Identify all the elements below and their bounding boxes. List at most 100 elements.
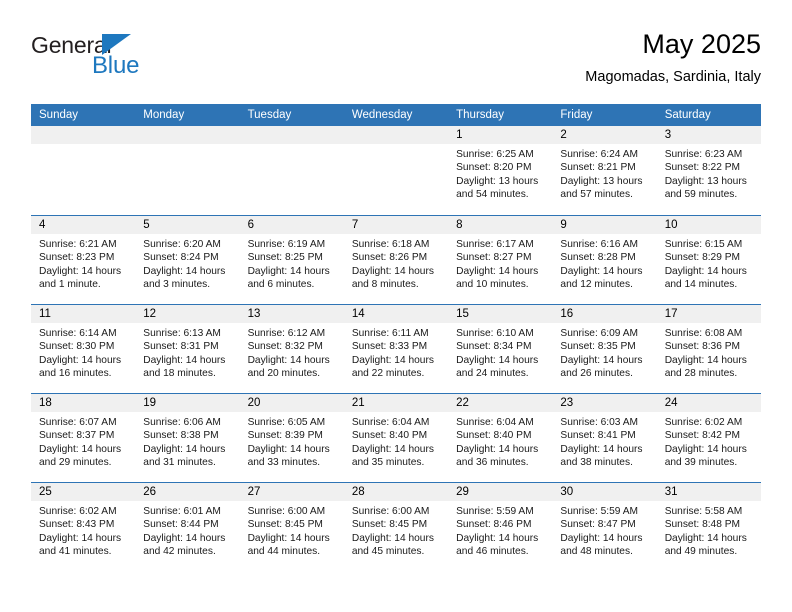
day-details: Sunrise: 6:18 AM Sunset: 8:26 PM Daylight:… xyxy=(344,234,448,291)
day-cell[interactable]: 18 Sunrise: 6:07 AM Sunset: 8:37 PM Dayligh… xyxy=(31,394,136,482)
calendar-week-row: 11 Sunrise: 6:14 AM Sunset: 8:30 PM Dayligh… xyxy=(31,304,761,393)
day-details: Sunrise: 6:07 AM Sunset: 8:37 PM Daylight:… xyxy=(31,412,135,469)
day-number: 1 xyxy=(448,126,553,144)
day-details: Sunrise: 6:14 AM Sunset: 8:30 PM Daylight:… xyxy=(31,323,135,380)
day-cell[interactable]: 15 Sunrise: 6:10 AM Sunset: 8:34 PM Dayligh… xyxy=(448,305,553,393)
day-details: Sunrise: 6:00 AM Sunset: 8:45 PM Daylight:… xyxy=(240,501,344,558)
day-cell[interactable]: 29 Sunrise: 5:59 AM Sunset: 8:46 PM Dayligh… xyxy=(448,483,553,571)
day-cell-empty xyxy=(239,126,344,215)
general-blue-logo[interactable]: General Blue xyxy=(31,32,211,84)
day-cell[interactable]: 8 Sunrise: 6:17 AM Sunset: 8:27 PM Daylight… xyxy=(448,216,553,304)
daylight-text: Daylight: 14 hours and 36 minutes. xyxy=(456,443,539,468)
day-cell[interactable]: 2 Sunrise: 6:24 AM Sunset: 8:21 PM Daylight… xyxy=(552,126,657,215)
day-number: 2 xyxy=(552,126,657,144)
day-details: Sunrise: 6:19 AM Sunset: 8:25 PM Daylight:… xyxy=(240,234,344,291)
day-cell[interactable]: 20 Sunrise: 6:05 AM Sunset: 8:39 PM Dayligh… xyxy=(239,394,344,482)
day-cell[interactable]: 13 Sunrise: 6:12 AM Sunset: 8:32 PM Dayligh… xyxy=(239,305,344,393)
day-details: Sunrise: 6:05 AM Sunset: 8:39 PM Daylight:… xyxy=(240,412,344,469)
day-cell[interactable]: 3 Sunrise: 6:23 AM Sunset: 8:22 PM Daylight… xyxy=(656,126,761,215)
sunset-text: Sunset: 8:45 PM xyxy=(351,519,428,531)
day-details: Sunrise: 6:03 AM Sunset: 8:41 PM Daylight:… xyxy=(552,412,656,469)
day-cell[interactable]: 16 Sunrise: 6:09 AM Sunset: 8:35 PM Dayligh… xyxy=(552,305,657,393)
sunset-text: Sunset: 8:31 PM xyxy=(143,341,219,353)
daylight-text: Daylight: 14 hours and 42 minutes. xyxy=(143,532,226,557)
day-details: Sunrise: 5:59 AM Sunset: 8:46 PM Daylight:… xyxy=(448,501,552,558)
day-number: 3 xyxy=(656,126,761,144)
day-cell[interactable]: 14 Sunrise: 6:11 AM Sunset: 8:33 PM Dayligh… xyxy=(343,305,449,393)
day-cell[interactable]: 10 Sunrise: 6:15 AM Sunset: 8:29 PM Dayligh… xyxy=(656,216,761,304)
daylight-text: Daylight: 14 hours and 10 minutes. xyxy=(456,265,539,290)
day-number: 9 xyxy=(552,216,657,234)
calendar-week-row: 1 Sunrise: 6:25 AM Sunset: 8:20 PM Daylight… xyxy=(31,126,761,215)
daylight-text: Daylight: 14 hours and 41 minutes. xyxy=(39,532,122,557)
day-number: 11 xyxy=(31,305,136,323)
day-number: 5 xyxy=(135,216,240,234)
day-details: Sunrise: 6:24 AM Sunset: 8:21 PM Daylight:… xyxy=(552,144,656,201)
day-number xyxy=(31,126,136,144)
daylight-text: Daylight: 14 hours and 44 minutes. xyxy=(247,532,330,557)
day-cell[interactable]: 19 Sunrise: 6:06 AM Sunset: 8:38 PM Dayligh… xyxy=(135,394,240,482)
day-cell[interactable]: 31 Sunrise: 5:58 AM Sunset: 8:48 PM Dayligh… xyxy=(656,483,761,571)
day-details: Sunrise: 6:02 AM Sunset: 8:43 PM Daylight:… xyxy=(31,501,135,558)
location-subtitle: Magomadas, Sardinia, Italy xyxy=(585,69,761,85)
day-cell[interactable]: 24 Sunrise: 6:02 AM Sunset: 8:42 PM Dayligh… xyxy=(656,394,761,482)
day-cell-empty xyxy=(135,126,240,215)
daylight-text: Daylight: 14 hours and 6 minutes. xyxy=(247,265,330,290)
sunrise-text: Sunrise: 6:00 AM xyxy=(351,506,430,517)
day-cell[interactable]: 30 Sunrise: 5:59 AM Sunset: 8:47 PM Dayligh… xyxy=(552,483,657,571)
daylight-text: Daylight: 14 hours and 3 minutes. xyxy=(143,265,226,290)
sunrise-text: Sunrise: 6:16 AM xyxy=(560,239,638,250)
day-cell[interactable]: 1 Sunrise: 6:25 AM Sunset: 8:20 PM Daylight… xyxy=(448,126,553,215)
sunrise-text: Sunrise: 6:24 AM xyxy=(560,149,638,160)
day-cell[interactable]: 26 Sunrise: 6:01 AM Sunset: 8:44 PM Dayligh… xyxy=(135,483,240,571)
sunrise-text: Sunrise: 6:08 AM xyxy=(664,328,743,339)
day-number xyxy=(343,126,449,144)
sunrise-text: Sunrise: 6:19 AM xyxy=(247,239,326,250)
day-cell[interactable]: 7 Sunrise: 6:18 AM Sunset: 8:26 PM Daylight… xyxy=(343,216,449,304)
sunrise-text: Sunrise: 6:03 AM xyxy=(560,417,638,428)
day-cell[interactable]: 5 Sunrise: 6:20 AM Sunset: 8:24 PM Daylight… xyxy=(135,216,240,304)
sunrise-text: Sunrise: 6:13 AM xyxy=(143,328,221,339)
sunset-text: Sunset: 8:40 PM xyxy=(456,430,532,442)
sunset-text: Sunset: 8:26 PM xyxy=(351,252,428,264)
day-number: 12 xyxy=(135,305,240,323)
daylight-text: Daylight: 14 hours and 39 minutes. xyxy=(664,443,747,468)
day-cell[interactable]: 27 Sunrise: 6:00 AM Sunset: 8:45 PM Dayligh… xyxy=(239,483,344,571)
day-details: Sunrise: 6:13 AM Sunset: 8:31 PM Daylight:… xyxy=(135,323,239,380)
daylight-text: Daylight: 14 hours and 16 minutes. xyxy=(39,354,122,379)
sunset-text: Sunset: 8:39 PM xyxy=(247,430,323,442)
day-cell[interactable]: 22 Sunrise: 6:04 AM Sunset: 8:40 PM Dayligh… xyxy=(448,394,553,482)
daylight-text: Daylight: 14 hours and 18 minutes. xyxy=(143,354,226,379)
title-block: May 2025 Magomadas, Sardinia, Italy xyxy=(585,28,761,87)
day-number: 13 xyxy=(239,305,344,323)
daylight-text: Daylight: 14 hours and 20 minutes. xyxy=(247,354,330,379)
day-details: Sunrise: 6:15 AM Sunset: 8:29 PM Daylight:… xyxy=(657,234,761,291)
day-cell[interactable]: 6 Sunrise: 6:19 AM Sunset: 8:25 PM Daylight… xyxy=(239,216,344,304)
page-title: May 2025 xyxy=(642,29,761,59)
day-cell[interactable]: 9 Sunrise: 6:16 AM Sunset: 8:28 PM Daylight… xyxy=(552,216,657,304)
sunset-text: Sunset: 8:46 PM xyxy=(456,519,532,531)
day-number: 29 xyxy=(448,483,553,501)
day-cell[interactable]: 25 Sunrise: 6:02 AM Sunset: 8:43 PM Dayligh… xyxy=(31,483,136,571)
day-cell[interactable]: 17 Sunrise: 6:08 AM Sunset: 8:36 PM Dayligh… xyxy=(656,305,761,393)
sunset-text: Sunset: 8:43 PM xyxy=(39,519,115,531)
sunrise-text: Sunrise: 6:07 AM xyxy=(39,417,117,428)
day-cell[interactable]: 12 Sunrise: 6:13 AM Sunset: 8:31 PM Dayligh… xyxy=(135,305,240,393)
sunrise-text: Sunrise: 6:02 AM xyxy=(664,417,743,428)
calendar-week-row: 4 Sunrise: 6:21 AM Sunset: 8:23 PM Daylight… xyxy=(31,215,761,304)
daylight-text: Daylight: 14 hours and 26 minutes. xyxy=(560,354,643,379)
sunset-text: Sunset: 8:22 PM xyxy=(664,162,741,174)
sunset-text: Sunset: 8:41 PM xyxy=(560,430,636,442)
day-cell[interactable]: 11 Sunrise: 6:14 AM Sunset: 8:30 PM Dayligh… xyxy=(31,305,136,393)
sunset-text: Sunset: 8:25 PM xyxy=(247,252,323,264)
day-number: 15 xyxy=(448,305,553,323)
day-cell[interactable]: 28 Sunrise: 6:00 AM Sunset: 8:45 PM Dayligh… xyxy=(343,483,449,571)
day-details: Sunrise: 6:17 AM Sunset: 8:27 PM Daylight:… xyxy=(448,234,552,291)
day-cell[interactable]: 4 Sunrise: 6:21 AM Sunset: 8:23 PM Daylight… xyxy=(31,216,136,304)
day-number: 22 xyxy=(448,394,553,412)
sunset-text: Sunset: 8:42 PM xyxy=(664,430,741,442)
weekday-header-monday: Monday xyxy=(143,109,185,121)
day-number: 24 xyxy=(656,394,761,412)
day-cell[interactable]: 21 Sunrise: 6:04 AM Sunset: 8:40 PM Dayligh… xyxy=(343,394,449,482)
day-cell[interactable]: 23 Sunrise: 6:03 AM Sunset: 8:41 PM Dayligh… xyxy=(552,394,657,482)
